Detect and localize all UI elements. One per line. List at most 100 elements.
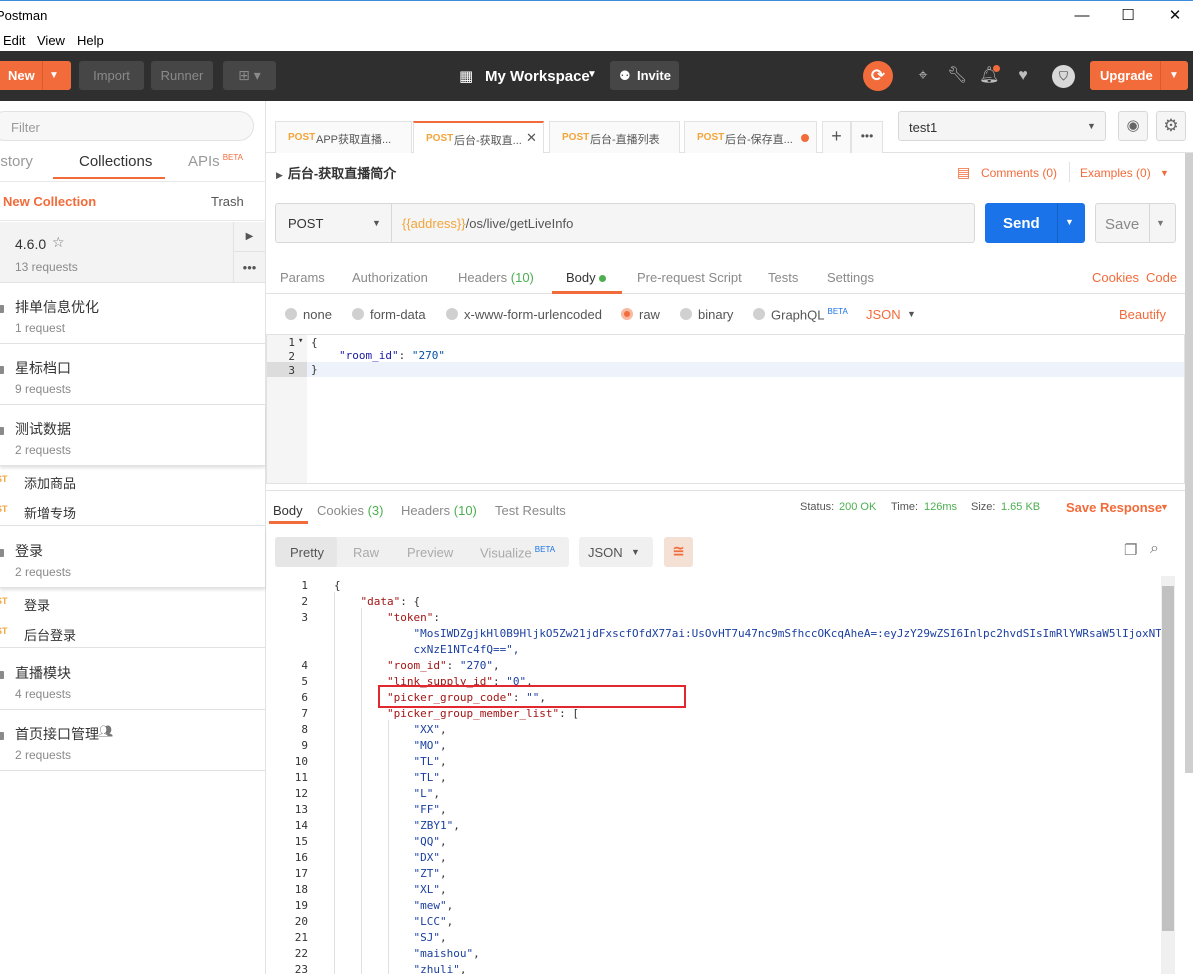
radio-none[interactable] — [285, 308, 297, 320]
body-editor[interactable]: 1 ▾ 2 3 { "room_id": "270" } — [266, 334, 1185, 484]
request-tab[interactable]: POST 后台-直播列表 — [549, 121, 680, 153]
tab-history[interactable]: istory — [0, 153, 33, 170]
wrench-icon[interactable]: 🔧︎ — [947, 66, 967, 86]
save-button[interactable]: Save ▼ — [1095, 203, 1176, 243]
satellite-icon[interactable]: ⌖ — [913, 66, 933, 86]
sync-icon[interactable]: ⟳ — [863, 61, 893, 91]
menu-edit[interactable]: Edit — [3, 33, 25, 48]
filter-input[interactable]: Filter — [0, 111, 254, 141]
code-link[interactable]: Code — [1146, 270, 1177, 285]
send-button[interactable]: Send ▼ — [985, 203, 1085, 243]
view-pretty[interactable]: Pretty — [290, 545, 324, 560]
cookies-link[interactable]: Cookies — [1092, 270, 1139, 285]
view-visualize[interactable]: Visualize BETA — [480, 545, 555, 560]
add-tab-button[interactable]: + — [822, 121, 851, 153]
tab-settings[interactable]: Settings — [827, 270, 874, 285]
avatar-icon[interactable]: ⛉ — [1052, 65, 1075, 88]
tab-pre-request-script[interactable]: Pre-request Script — [637, 270, 742, 285]
response-body[interactable]: 1 {2 "data": {3 "token": "MosIWDZgjkHl0B9… — [0, 576, 1193, 974]
code-line: "L", — [413, 787, 440, 800]
close-tab-icon[interactable]: ✕ — [526, 130, 537, 146]
view-raw[interactable]: Raw — [353, 545, 379, 560]
wrap-lines-icon[interactable]: ≅ — [664, 537, 693, 567]
expand-arrow-icon[interactable]: ▶ — [233, 222, 265, 252]
line-number: 16 — [294, 851, 308, 864]
workspace-switcher[interactable]: ▦ My Workspace ▼ — [459, 66, 609, 88]
examples-link[interactable]: Examples (0) — [1080, 166, 1151, 180]
radio-binary[interactable] — [680, 308, 692, 320]
chevron-down-icon: ▼ — [1169, 70, 1179, 81]
line-number: 2 — [301, 595, 308, 608]
scrollbar-thumb[interactable] — [1162, 586, 1174, 931]
request-tab-active[interactable]: POST 后台-获取直... ✕ — [413, 121, 544, 153]
chevron-down-icon[interactable]: ▼ — [1160, 502, 1169, 512]
tab-tests[interactable]: Tests — [768, 270, 798, 285]
new-window-button[interactable]: ⊞ ▾ — [223, 61, 276, 90]
search-icon[interactable]: ⌕ — [1150, 540, 1159, 558]
trash-button[interactable]: Trash — [211, 194, 244, 209]
comments-link[interactable]: Comments (0) — [981, 166, 1057, 180]
star-icon[interactable]: ☆ — [52, 234, 65, 251]
heart-icon[interactable]: ♥ — [1013, 66, 1033, 86]
beautify-link[interactable]: Beautify — [1119, 307, 1166, 322]
upgrade-button[interactable]: Upgrade ▼ — [1090, 61, 1188, 90]
tab-options-icon[interactable]: ••• — [851, 121, 883, 153]
radio-form-data[interactable] — [352, 308, 364, 320]
format-select[interactable]: JSON — [866, 307, 901, 322]
save-response-button[interactable]: Save Response — [1066, 500, 1162, 515]
code-line: "XL", — [413, 883, 447, 896]
page-scrollbar[interactable] — [1185, 153, 1193, 773]
collection-item[interactable]: 4.6.0 ☆ 13 requests ▶ ••• — [0, 222, 265, 283]
fold-icon[interactable]: ▾ — [298, 336, 303, 346]
eye-icon[interactable]: ◉ — [1118, 111, 1148, 141]
more-icon[interactable]: ••• — [233, 252, 265, 283]
request-item[interactable]: ST 添加商品 — [0, 466, 265, 496]
request-item[interactable]: ST 新增专场 — [0, 496, 265, 526]
body-type-bar: none form-data x-www-form-urlencoded raw… — [266, 300, 1193, 330]
chevron-down-icon[interactable]: ▼ — [1160, 168, 1169, 178]
response-scrollbar[interactable] — [1161, 576, 1175, 974]
collection-item[interactable]: 星标档口 9 requests — [0, 344, 265, 405]
tab-apis[interactable]: APIs BETA — [188, 153, 243, 170]
line-number: 17 — [294, 867, 308, 880]
request-tab[interactable]: POST APP获取直播... — [275, 121, 412, 153]
copy-icon[interactable]: ❐ — [1124, 541, 1137, 559]
new-button[interactable]: New ▼ — [0, 61, 71, 90]
tab-response-headers[interactable]: Headers (10) — [401, 503, 477, 518]
minimize-button[interactable]: — — [1067, 5, 1097, 27]
invite-button[interactable]: ⚉ Invite — [610, 61, 679, 90]
request-tabs-bar: POST APP获取直播... POST 后台-获取直... ✕ POST 后台-直播… — [266, 101, 1193, 153]
gear-icon[interactable]: ⚙ — [1156, 111, 1186, 141]
radio-urlencoded[interactable] — [446, 308, 458, 320]
environment-select[interactable]: test1 ▼ — [898, 111, 1106, 141]
tab-response-body[interactable]: Body — [273, 503, 303, 518]
tab-headers[interactable]: Headers (10) — [458, 270, 534, 285]
response-bar: Body Cookies (3) Headers (10) Test Resul… — [266, 490, 1193, 525]
status-badge: 200 OK — [839, 501, 877, 513]
collection-item[interactable]: 排单信息优化 1 request — [0, 283, 265, 344]
method-select[interactable]: POST ▼ — [276, 204, 392, 242]
request-tab[interactable]: POST 后台-保存直... — [684, 121, 817, 153]
new-collection-button[interactable]: New Collection — [3, 194, 96, 209]
close-button[interactable]: ✕ — [1160, 5, 1190, 27]
radio-raw[interactable] — [621, 308, 633, 320]
tab-collections[interactable]: Collections — [79, 153, 152, 170]
tab-response-cookies[interactable]: Cookies (3) — [317, 503, 383, 518]
menu-help[interactable]: Help — [77, 33, 104, 48]
request-title[interactable]: ▶ 后台-获取直播简介 — [276, 163, 396, 182]
view-preview[interactable]: Preview — [407, 545, 453, 560]
chevron-down-icon: ▼ — [1087, 121, 1096, 131]
url-input[interactable]: {{address}}/os/live/getLiveInfo — [402, 216, 573, 231]
import-button[interactable]: Import — [79, 61, 144, 90]
tab-body[interactable]: Body — [566, 270, 607, 285]
grid-icon: ▦ — [459, 68, 474, 85]
tab-authorization[interactable]: Authorization — [352, 270, 428, 285]
menu-view[interactable]: View — [37, 33, 65, 48]
maximize-button[interactable]: ☐ — [1113, 5, 1143, 27]
tab-test-results[interactable]: Test Results — [495, 503, 566, 518]
radio-graphql[interactable] — [753, 308, 765, 320]
tab-params[interactable]: Params — [280, 270, 325, 285]
response-format-select[interactable]: JSON ▼ — [579, 537, 653, 567]
runner-button[interactable]: Runner — [151, 61, 213, 90]
collection-item[interactable]: 测试数据 2 requests — [0, 405, 265, 466]
